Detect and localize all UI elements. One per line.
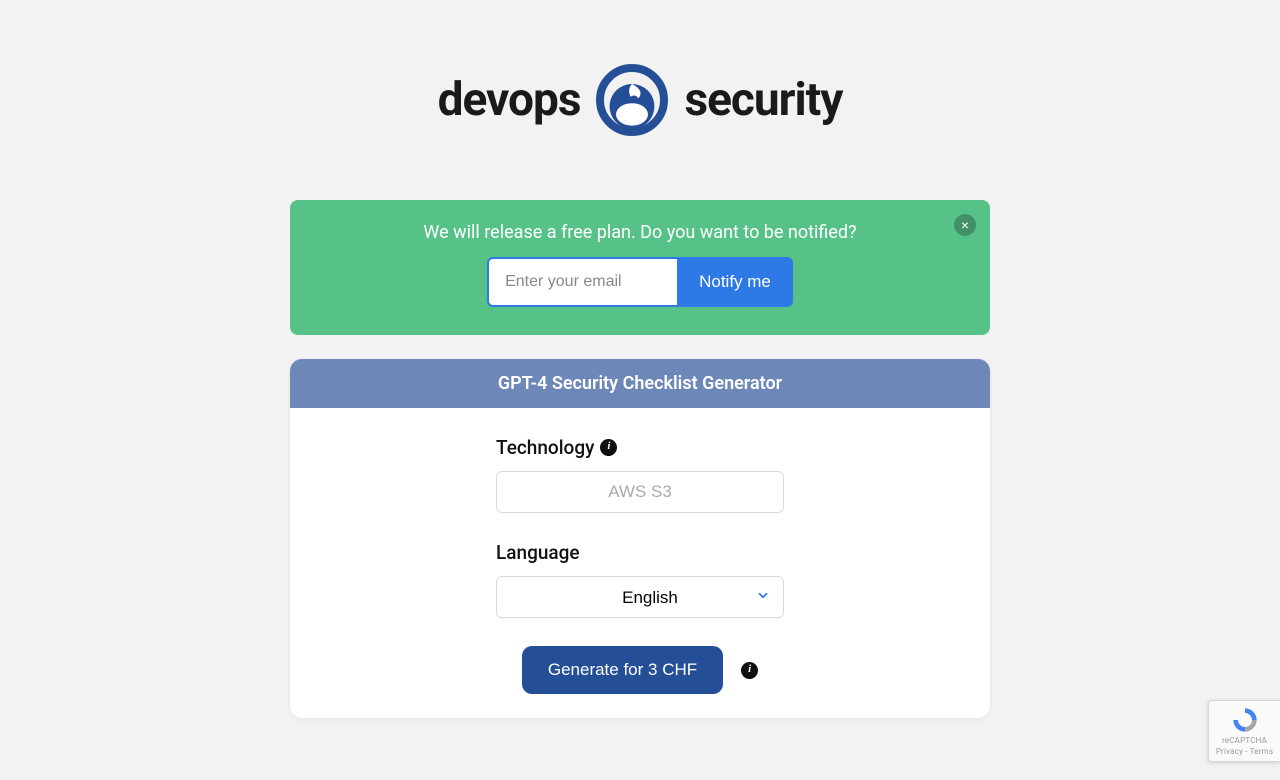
recaptcha-badge: reCAPTCHA Privacy - Terms	[1208, 700, 1280, 762]
brand-logo: devops security	[0, 60, 1280, 140]
notify-button[interactable]: Notify me	[677, 257, 793, 307]
language-select[interactable]: English	[496, 576, 784, 618]
recaptcha-links: Privacy - Terms	[1216, 747, 1273, 756]
generate-button[interactable]: Generate for 3 CHF	[522, 646, 723, 694]
close-icon[interactable]: ×	[954, 214, 976, 236]
language-label: Language	[496, 541, 580, 564]
alert-message: We will release a free plan. Do you want…	[318, 222, 962, 243]
email-field[interactable]	[487, 257, 677, 307]
technology-label: Technology	[496, 436, 594, 459]
recaptcha-icon	[1231, 706, 1259, 734]
brand-text-right: security	[684, 73, 842, 127]
info-icon[interactable]: i	[741, 662, 758, 679]
technology-input[interactable]	[496, 471, 784, 513]
notify-form: Notify me	[318, 257, 962, 307]
card-title: GPT-4 Security Checklist Generator	[290, 359, 990, 408]
info-icon[interactable]: i	[600, 439, 617, 456]
free-plan-alert: × We will release a free plan. Do you wa…	[290, 200, 990, 335]
brand-text-left: devops	[438, 73, 581, 127]
brand-fox-icon	[592, 60, 672, 140]
recaptcha-product: reCAPTCHA	[1222, 736, 1267, 745]
generator-card: GPT-4 Security Checklist Generator Techn…	[290, 359, 990, 718]
